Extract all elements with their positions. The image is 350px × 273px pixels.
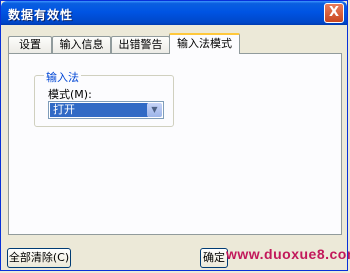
tab-error-alert[interactable]: 出错警告 bbox=[111, 36, 170, 53]
window-title: 数据有效性 bbox=[8, 8, 74, 22]
mode-label: 模式(M): bbox=[48, 88, 92, 101]
chevron-down-icon[interactable]: ▼ bbox=[147, 103, 162, 117]
watermark-text: www.duoxue8.com bbox=[226, 246, 350, 262]
close-button[interactable]: X bbox=[324, 3, 344, 23]
group-label: 输入法 bbox=[44, 69, 81, 85]
clear-all-button[interactable]: 全部清除(C) bbox=[7, 248, 71, 268]
tab-ime-mode[interactable]: 输入法模式 bbox=[169, 33, 240, 54]
mode-select-value: 打开 bbox=[50, 103, 148, 117]
dialog-window: 数据有效性 X 设置 输入信息 出错警告 输入法模式 输入法 模式(M): 打开… bbox=[0, 0, 348, 271]
close-icon: X bbox=[328, 5, 340, 20]
mode-select[interactable]: 打开 ▼ bbox=[48, 101, 164, 119]
title-bar[interactable]: 数据有效性 X bbox=[1, 1, 347, 25]
tab-input-message[interactable]: 输入信息 bbox=[52, 36, 111, 53]
tab-settings[interactable]: 设置 bbox=[8, 36, 52, 53]
ok-button[interactable]: 确定 bbox=[200, 248, 228, 268]
